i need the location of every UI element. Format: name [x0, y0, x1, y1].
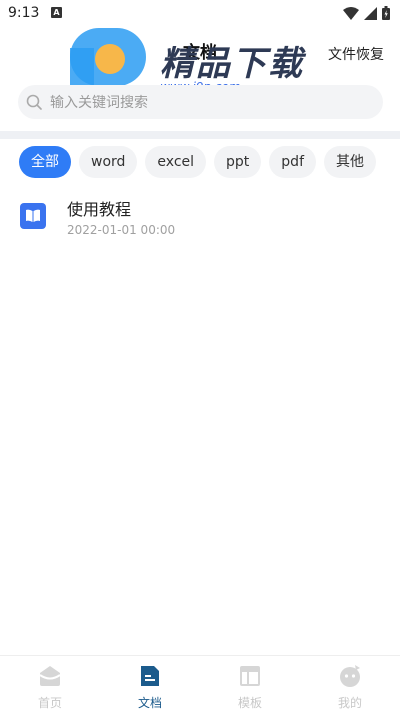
- document-list-item[interactable]: 使用教程 2022-01-01 00:00: [0, 188, 400, 248]
- nav-profile[interactable]: 我的: [300, 656, 400, 712]
- filter-excel[interactable]: excel: [145, 146, 207, 178]
- nav-documents-label: 文档: [137, 696, 162, 710]
- filter-chips: 全部 word excel ppt pdf 其他: [19, 146, 376, 178]
- filter-other[interactable]: 其他: [324, 146, 376, 178]
- nav-templates-label: 模板: [237, 696, 262, 710]
- nav-home-label: 首页: [37, 696, 62, 710]
- file-recovery-button[interactable]: 文件恢复: [328, 44, 384, 64]
- nav-profile-label: 我的: [337, 696, 362, 710]
- document-date: 2022-01-01 00:00: [67, 223, 176, 237]
- signal-icon: [364, 6, 377, 20]
- search-bar: [18, 85, 383, 121]
- battery-icon: [382, 6, 390, 20]
- nav-home[interactable]: 首页: [0, 656, 100, 712]
- status-bar: 9:13 A: [0, 0, 400, 26]
- nav-templates[interactable]: 模板: [200, 656, 300, 712]
- bottom-nav: 首页 文档 模板 我的: [0, 655, 400, 712]
- wifi-icon: [343, 6, 359, 20]
- filter-all[interactable]: 全部: [19, 146, 71, 178]
- nav-documents[interactable]: 文档: [100, 656, 200, 712]
- document-name: 使用教程: [67, 200, 132, 219]
- template-icon: [240, 666, 260, 686]
- status-icons: [343, 6, 390, 20]
- filter-pdf[interactable]: pdf: [269, 146, 316, 178]
- status-time: 9:13: [8, 5, 40, 21]
- header: 文档 文件恢复: [0, 26, 400, 82]
- search-input[interactable]: [48, 85, 372, 121]
- book-icon: [20, 203, 46, 229]
- filter-word[interactable]: word: [79, 146, 138, 178]
- section-divider: [0, 131, 400, 139]
- profile-icon: [340, 665, 360, 687]
- home-icon: [39, 666, 61, 686]
- search-icon: [26, 94, 42, 110]
- document-icon: [141, 666, 159, 686]
- filter-ppt[interactable]: ppt: [214, 146, 262, 178]
- notification-icon: A: [51, 7, 62, 18]
